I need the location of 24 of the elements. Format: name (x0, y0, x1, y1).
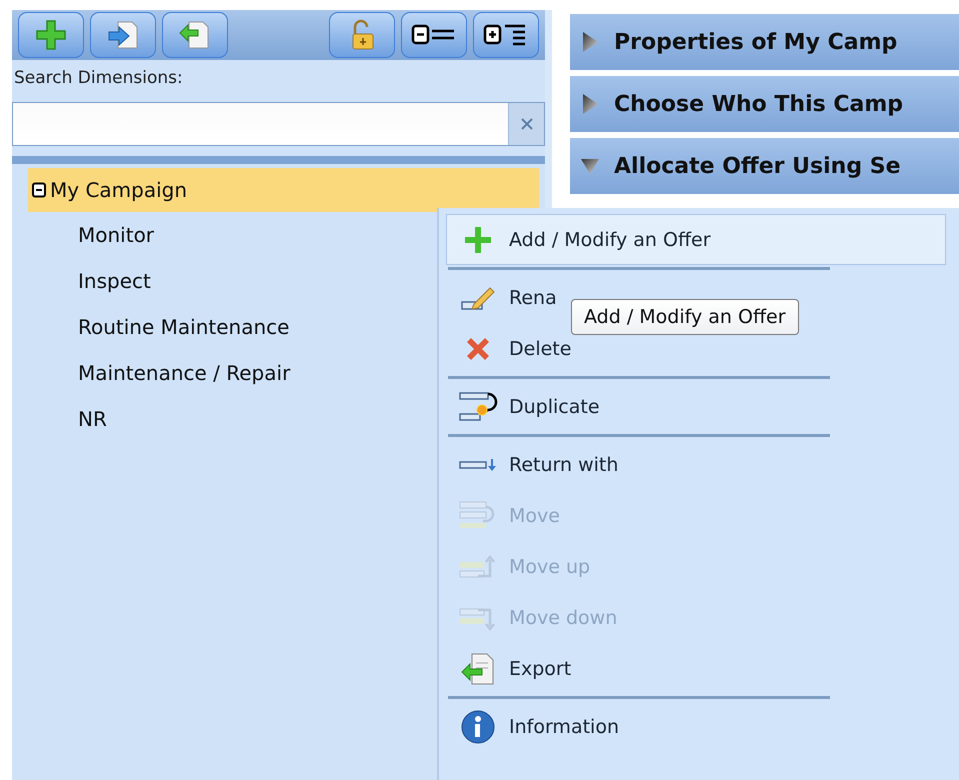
menu-item[interactable]: Add / Modify an Offer (446, 214, 946, 265)
expand-all-button[interactable] (473, 12, 539, 58)
unlock-button[interactable] (329, 12, 395, 58)
import-button[interactable] (90, 12, 156, 58)
duplicate-icon (458, 390, 498, 424)
export-button[interactable] (162, 12, 228, 58)
menu-item[interactable]: Information (446, 701, 946, 752)
move-up-icon (458, 554, 498, 580)
menu-item[interactable]: Duplicate (446, 381, 946, 432)
tree-item[interactable]: My Campaign (28, 168, 539, 212)
menu-item[interactable]: Return with (446, 439, 946, 490)
plus-icon (34, 18, 68, 52)
section-header[interactable]: Choose Who This Camp (570, 76, 959, 132)
section-header[interactable]: Properties of My Camp (570, 14, 959, 70)
menu-item[interactable]: Export (446, 643, 946, 694)
plus-icon (463, 224, 493, 254)
info-icon (460, 708, 496, 744)
search-label: Search Dimensions: (13, 67, 184, 90)
tooltip: Add / Modify an Offer (571, 299, 799, 335)
export-icon (460, 650, 496, 686)
section-header[interactable]: Allocate Offer Using Se (570, 138, 959, 194)
return-icon (458, 456, 498, 472)
add-button[interactable] (18, 12, 84, 58)
collapse-all-button[interactable] (401, 12, 467, 58)
